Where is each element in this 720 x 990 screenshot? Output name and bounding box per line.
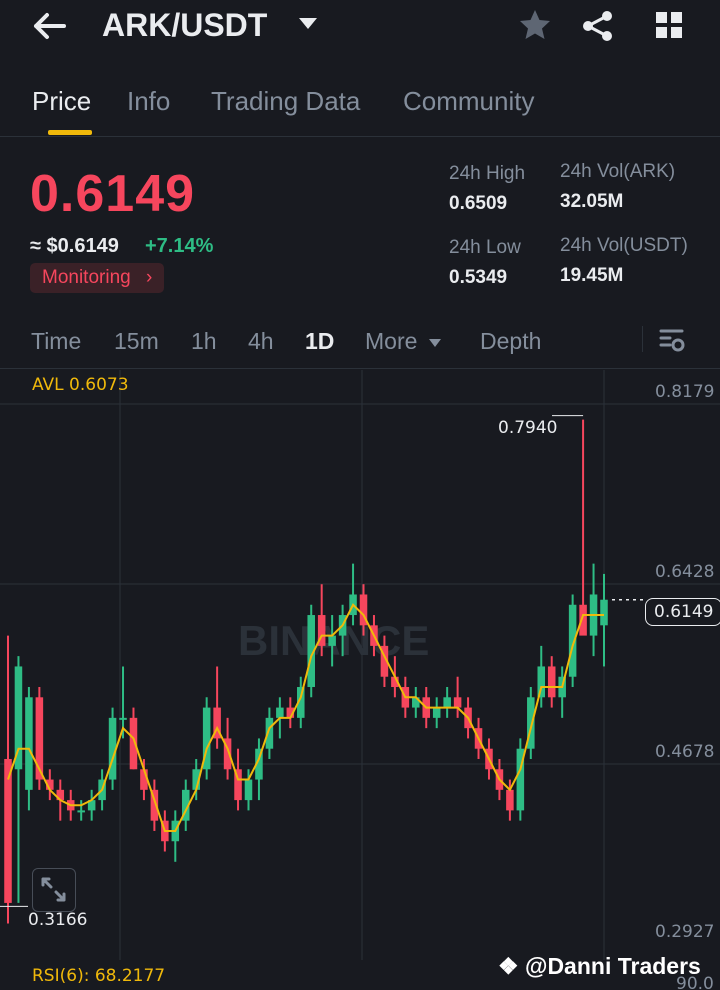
tf-more-label: More <box>365 328 418 354</box>
favorite-button[interactable] <box>518 8 552 42</box>
high-value: 0.6509 <box>449 193 508 214</box>
candle-body <box>443 697 451 708</box>
pair-title[interactable]: ARK/USDT <box>102 7 267 44</box>
y-tick-1: 0.8179 <box>655 382 715 402</box>
tf-1h[interactable]: 1h <box>191 328 217 355</box>
candle-body <box>547 666 556 698</box>
tab-info[interactable]: Info <box>127 86 170 117</box>
grid-icon <box>656 12 682 38</box>
chart-settings-button[interactable] <box>658 326 686 354</box>
rsi-label: RSI(6): 68.2177 <box>32 966 166 986</box>
candle-body <box>25 697 33 790</box>
chart-settings-icon <box>659 329 685 352</box>
y-tick-2: 0.6428 <box>655 562 715 582</box>
tf-15m[interactable]: 15m <box>114 328 159 355</box>
vol-ark-label: 24h Vol(ARK) <box>560 161 676 182</box>
high-marker-label: 0.7940 <box>498 418 558 438</box>
tab-trading-data[interactable]: Trading Data <box>211 86 360 117</box>
star-icon <box>520 10 550 39</box>
caret-down-icon <box>299 18 317 29</box>
back-button[interactable] <box>30 8 70 44</box>
grid-button[interactable] <box>654 10 684 40</box>
candlestick-chart[interactable]: BINANCE <box>0 370 720 990</box>
candle-body <box>276 707 284 718</box>
tf-depth[interactable]: Depth <box>480 328 541 355</box>
candle-body <box>119 717 127 720</box>
monitoring-label: Monitoring <box>42 267 131 288</box>
candle-body <box>77 810 85 813</box>
credit-text: @Danni Traders <box>525 953 701 979</box>
tf-time[interactable]: Time <box>31 328 81 355</box>
expand-icon <box>41 877 66 902</box>
candle-body <box>600 599 608 626</box>
candle-body <box>328 635 336 646</box>
tab-price[interactable]: Price <box>32 86 91 117</box>
low-label: 24h Low <box>449 237 521 258</box>
avl-label: AVL 0.6073 <box>32 375 129 395</box>
tf-1d[interactable]: 1D <box>305 328 334 355</box>
tf-separator <box>642 326 643 352</box>
tf-more[interactable]: More <box>365 328 442 355</box>
vol-usdt-value: 19.45M <box>560 265 624 286</box>
tabs-divider <box>0 136 720 137</box>
arrow-left-icon <box>34 13 66 39</box>
diamond-logo-icon: ❖ <box>498 953 519 979</box>
low-value: 0.5349 <box>449 267 508 288</box>
vol-usdt-label: 24h Vol(USDT) <box>560 235 688 256</box>
current-price-tag: 0.6149 <box>645 598 720 626</box>
high-label: 24h High <box>449 163 526 184</box>
candle-body <box>432 707 441 718</box>
share-button[interactable] <box>580 8 616 44</box>
last-price: 0.6149 <box>30 165 196 223</box>
usd-price: ≈ $0.6149 <box>30 235 119 257</box>
pair-dropdown-button[interactable] <box>296 14 322 34</box>
y-tick-4: 0.2927 <box>655 922 715 942</box>
expand-button[interactable] <box>32 868 76 912</box>
current-price-value: 0.6149 <box>654 602 714 622</box>
price-change: +7.14% <box>145 235 214 257</box>
y-tick-3: 0.4678 <box>655 742 715 762</box>
tf-4h[interactable]: 4h <box>248 328 274 355</box>
credit-watermark: ❖ @Danni Traders <box>498 953 701 980</box>
candle-body <box>537 666 546 698</box>
candle-body <box>244 779 253 801</box>
caret-down-icon <box>428 339 441 347</box>
vol-ark-value: 32.05M <box>560 191 624 212</box>
candle-body <box>453 697 462 708</box>
monitoring-button[interactable]: Monitoring › <box>30 263 165 293</box>
tab-active-indicator <box>48 130 92 135</box>
candle-body <box>4 758 12 903</box>
chart-top-divider <box>0 368 720 369</box>
candle-body <box>506 789 514 811</box>
tab-community[interactable]: Community <box>403 86 534 117</box>
chevron-right-icon: › <box>146 267 153 288</box>
share-icon <box>583 11 612 41</box>
